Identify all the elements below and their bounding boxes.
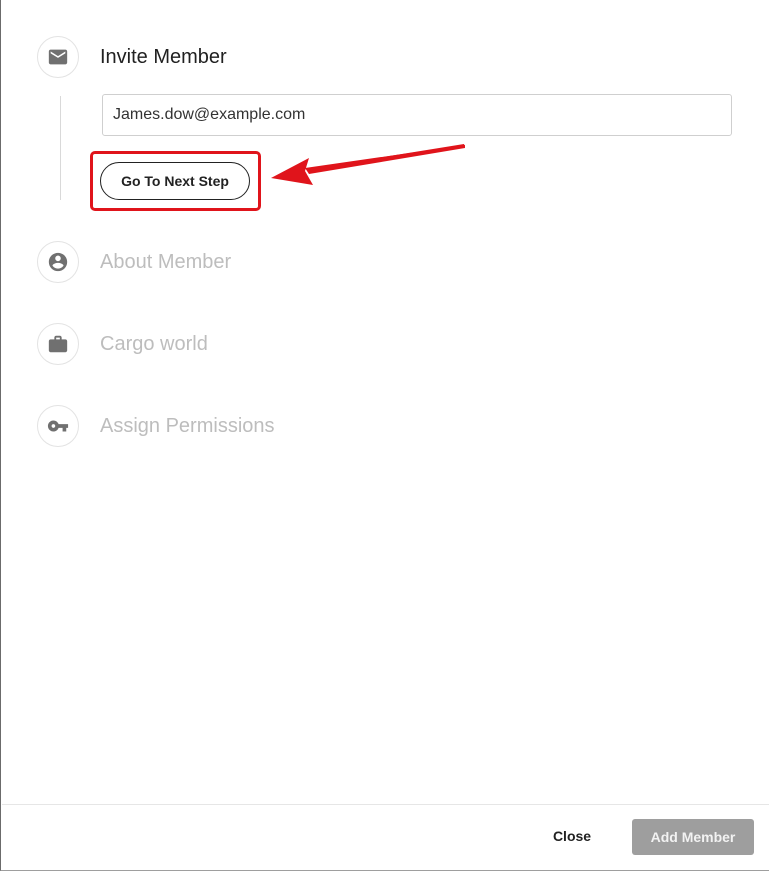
step-invite-member[interactable]: Invite Member — [37, 36, 227, 78]
go-to-next-step-button[interactable]: Go To Next Step — [100, 162, 250, 200]
key-icon — [37, 405, 79, 447]
step-assign-permissions[interactable]: Assign Permissions — [37, 405, 275, 447]
step-connector — [60, 96, 61, 200]
step-about-member[interactable]: About Member — [37, 241, 231, 283]
briefcase-icon — [37, 323, 79, 365]
email-input[interactable] — [102, 94, 732, 136]
step-label: About Member — [100, 250, 232, 273]
envelope-icon — [37, 36, 79, 78]
step-label: Cargo world — [100, 332, 208, 355]
add-member-button[interactable]: Add Member — [632, 819, 754, 855]
add-member-dialog: Invite Member Go To Next Step About Memb… — [0, 0, 769, 871]
step-label: Invite Member — [100, 45, 227, 68]
step-label: Assign Permissions — [100, 414, 275, 437]
step-cargo-world[interactable]: Cargo world — [37, 323, 208, 365]
close-button[interactable]: Close — [537, 818, 607, 854]
footer-divider — [2, 804, 769, 805]
account-circle-icon — [37, 241, 79, 283]
annotation-arrow — [271, 144, 465, 185]
